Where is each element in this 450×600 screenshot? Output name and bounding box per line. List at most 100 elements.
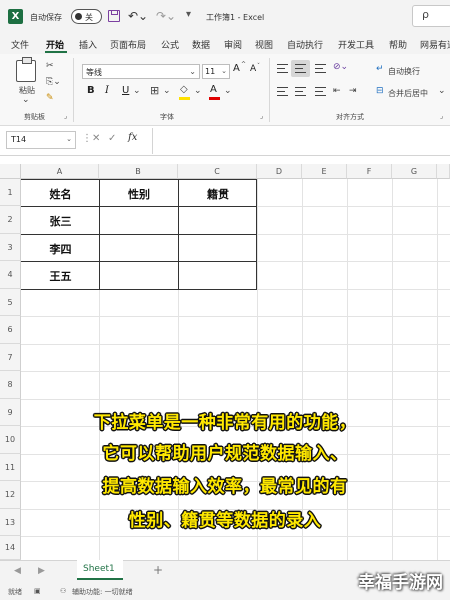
- row-header[interactable]: 5: [0, 289, 21, 316]
- paste-dropdown-icon[interactable]: ⌄: [22, 95, 30, 105]
- select-all-corner[interactable]: [0, 164, 21, 179]
- top-align-icon[interactable]: [277, 64, 288, 73]
- save-icon[interactable]: [108, 10, 120, 22]
- customize-toolbar-icon[interactable]: ▾: [186, 9, 191, 20]
- autosave-state: 关: [85, 13, 93, 22]
- worksheet-grid[interactable]: A B C D E F G 1 2 3 4 5 6 7 8 9 10 11 12…: [0, 164, 450, 560]
- align-left-icon[interactable]: [277, 87, 288, 96]
- grow-font-button[interactable]: A: [233, 63, 240, 74]
- chevron-down-icon: ⌄: [66, 135, 72, 143]
- row-header[interactable]: 8: [0, 371, 21, 399]
- insert-function-icon[interactable]: fx: [128, 132, 137, 143]
- column-header-g[interactable]: G: [392, 164, 437, 179]
- undo-icon[interactable]: ↶⌄: [128, 9, 148, 23]
- sheet-tab-sheet1[interactable]: Sheet1: [77, 560, 123, 580]
- cell-a3[interactable]: 李四: [22, 241, 99, 257]
- paste-icon[interactable]: [16, 57, 36, 82]
- font-size-select[interactable]: 11 ⌄: [202, 64, 230, 79]
- italic-button[interactable]: I: [105, 85, 109, 96]
- name-box[interactable]: T14 ⌄: [6, 131, 76, 149]
- format-painter-icon[interactable]: ✎: [46, 93, 54, 103]
- column-header-c[interactable]: C: [178, 164, 257, 179]
- increase-indent-icon[interactable]: ⇥: [349, 86, 357, 96]
- row-header[interactable]: 1: [0, 179, 21, 206]
- chevron-down-icon: ⌄: [189, 67, 196, 76]
- row-header[interactable]: 3: [0, 234, 21, 261]
- column-header-e[interactable]: E: [302, 164, 347, 179]
- row-header[interactable]: 2: [0, 206, 21, 234]
- column-header-d[interactable]: D: [257, 164, 302, 179]
- column-header-h[interactable]: [437, 164, 450, 179]
- merge-center-button[interactable]: 合并后居中: [388, 88, 428, 99]
- underline-button[interactable]: U: [122, 85, 129, 96]
- row-header[interactable]: 6: [0, 316, 21, 344]
- table-border: [21, 261, 257, 262]
- shrink-font-button[interactable]: A: [250, 64, 256, 74]
- shrink-font-icon: ˇ: [257, 63, 260, 70]
- gridline: [21, 316, 450, 317]
- column-header-a[interactable]: A: [21, 164, 99, 179]
- search-box[interactable]: ρ: [412, 5, 450, 27]
- column-header-b[interactable]: B: [99, 164, 178, 179]
- tab-page-layout[interactable]: 页面布局: [110, 38, 146, 51]
- merge-dropdown-icon[interactable]: ⌄: [438, 86, 446, 96]
- cancel-icon[interactable]: ✕: [92, 133, 100, 144]
- tab-insert[interactable]: 插入: [79, 38, 97, 51]
- formula-input[interactable]: [152, 128, 450, 154]
- align-center-icon[interactable]: [295, 87, 306, 96]
- sheet-tab-label: Sheet1: [83, 564, 115, 574]
- alignment-group-label: 对齐方式: [336, 113, 364, 121]
- status-ready: 就绪: [8, 588, 22, 596]
- add-sheet-icon[interactable]: +: [153, 563, 163, 577]
- cell-a2[interactable]: 张三: [22, 213, 99, 229]
- font-name-select[interactable]: 等线 ⌄: [82, 64, 200, 79]
- font-launcher-icon[interactable]: ⌟: [260, 112, 263, 120]
- fill-color-swatch: [179, 97, 190, 100]
- macro-record-icon[interactable]: ▣: [34, 587, 41, 595]
- cell-c1[interactable]: 籍贯: [179, 186, 257, 202]
- font-color-dropdown-icon[interactable]: ⌄: [224, 86, 232, 96]
- redo-icon[interactable]: ↷⌄: [156, 9, 176, 23]
- clipboard-launcher-icon[interactable]: ⌟: [64, 112, 67, 120]
- tab-view[interactable]: 视图: [255, 38, 273, 51]
- cell-a1[interactable]: 姓名: [22, 186, 99, 202]
- prev-sheet-icon[interactable]: ◀: [14, 566, 21, 576]
- underline-dropdown-icon[interactable]: ⌄: [133, 86, 141, 96]
- wrap-text-button[interactable]: 自动换行: [388, 66, 420, 77]
- orientation-icon[interactable]: ⊘⌄: [333, 62, 348, 72]
- cell-a4[interactable]: 王五: [22, 268, 99, 284]
- tab-developer[interactable]: 开发工具: [338, 38, 374, 51]
- column-header-f[interactable]: F: [347, 164, 392, 179]
- tab-youdao[interactable]: 网易有道: [420, 38, 450, 51]
- next-sheet-icon[interactable]: ▶: [38, 566, 45, 576]
- copy-icon[interactable]: ⎘⌄: [46, 77, 61, 87]
- font-color-button[interactable]: A: [210, 84, 217, 95]
- bold-button[interactable]: B: [87, 85, 95, 96]
- gridline: [302, 179, 303, 560]
- accessibility-status[interactable]: 辅助功能: 一切就绪: [72, 587, 133, 597]
- tab-automate[interactable]: 自动执行: [287, 38, 323, 51]
- cell-b1[interactable]: 性别: [100, 186, 178, 202]
- borders-icon[interactable]: ⊞: [150, 84, 159, 97]
- tab-home[interactable]: 开始: [46, 38, 64, 51]
- autosave-toggle[interactable]: 关: [71, 9, 102, 24]
- accessibility-icon: ⚇: [60, 587, 67, 595]
- tab-review[interactable]: 审阅: [224, 38, 242, 51]
- row-header[interactable]: 7: [0, 344, 21, 371]
- fill-color-icon[interactable]: ◇: [180, 84, 188, 95]
- caption-line: 下拉菜单是一种非常有用的功能，: [93, 413, 357, 433]
- fill-color-dropdown-icon[interactable]: ⌄: [194, 86, 202, 96]
- borders-dropdown-icon[interactable]: ⌄: [163, 86, 171, 96]
- tab-file[interactable]: 文件: [11, 38, 29, 51]
- decrease-indent-icon[interactable]: ⇤: [333, 86, 341, 96]
- bottom-align-icon[interactable]: [315, 64, 326, 73]
- tab-help[interactable]: 帮助: [389, 38, 407, 51]
- row-header[interactable]: 14: [0, 536, 21, 560]
- row-header[interactable]: 4: [0, 261, 21, 289]
- tab-data[interactable]: 数据: [192, 38, 210, 51]
- tab-formulas[interactable]: 公式: [161, 38, 179, 51]
- alignment-launcher-icon[interactable]: ⌟: [440, 112, 443, 120]
- cut-icon[interactable]: ✂: [46, 61, 54, 71]
- align-right-icon[interactable]: [315, 87, 326, 96]
- enter-icon[interactable]: ✓: [108, 133, 116, 144]
